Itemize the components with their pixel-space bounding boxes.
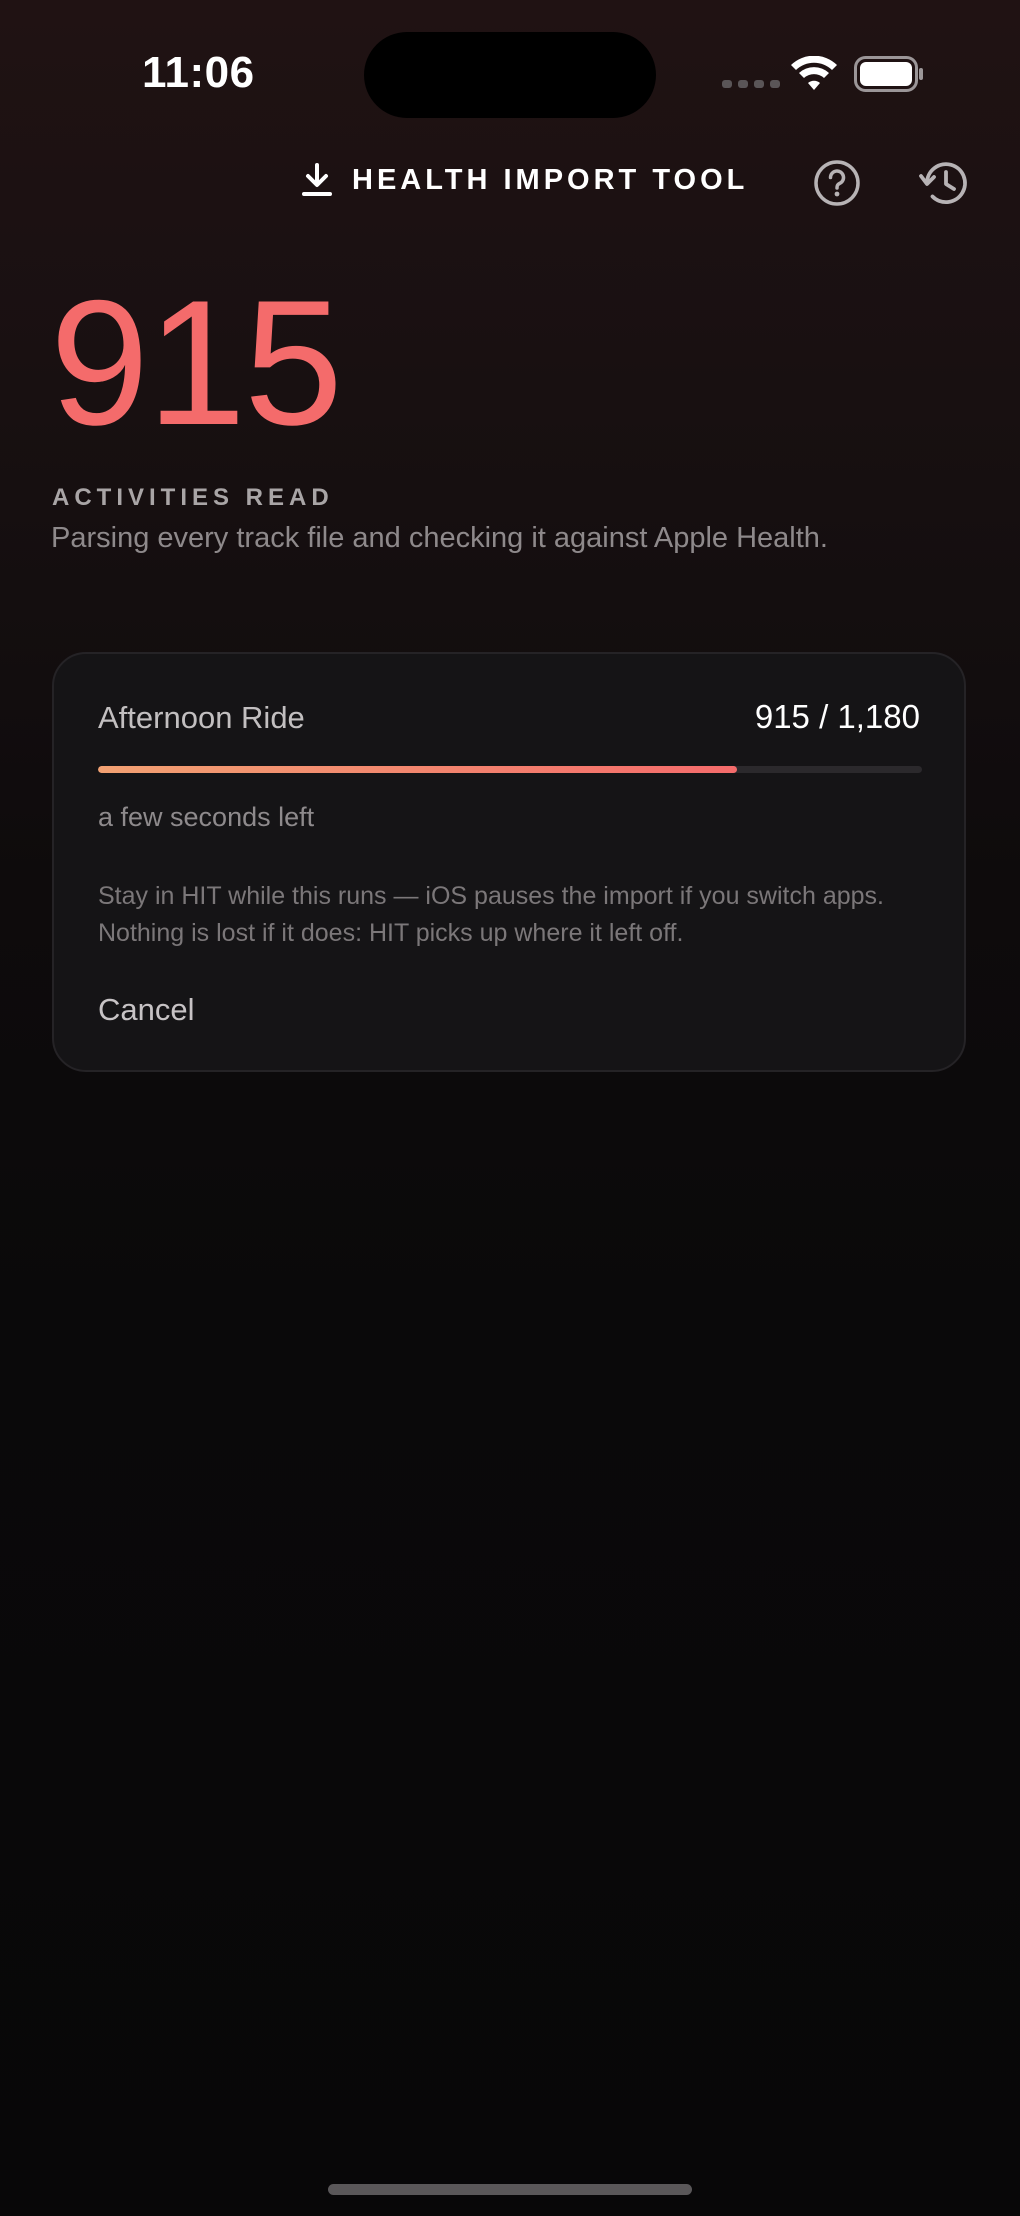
wifi-icon: [791, 56, 837, 90]
progress-bar-fill: [98, 766, 737, 773]
battery-icon: [854, 56, 923, 92]
cellular-signal-icon: [722, 80, 780, 88]
header-title: HEALTH IMPORT TOOL: [300, 162, 748, 198]
progress-counter: 915 / 1,180: [754, 698, 920, 735]
app-title: HEALTH IMPORT TOOL: [352, 163, 749, 196]
time-remaining: a few seconds left: [98, 802, 315, 832]
dynamic-island: [364, 32, 656, 118]
help-button[interactable]: [812, 158, 862, 208]
parsing-description: Parsing every track file and checking it…: [51, 522, 828, 554]
activities-count-label: ACTIVITIES READ: [52, 484, 334, 511]
progress-bar: [98, 766, 922, 773]
app-screen: 11:06 HEALTH IMPORT TOOL 915 ACTIVITIES …: [0, 0, 1020, 2216]
activities-count: 915: [50, 263, 343, 462]
home-indicator[interactable]: [328, 2184, 692, 2195]
status-time: 11:06: [142, 48, 255, 97]
history-button[interactable]: [918, 156, 972, 210]
cancel-button[interactable]: Cancel: [98, 992, 195, 1028]
stay-in-app-hint: Stay in HIT while this runs — iOS pauses…: [98, 882, 884, 947]
download-icon: [302, 163, 332, 196]
current-activity-name: Afternoon Ride: [98, 700, 305, 735]
import-progress-card: Afternoon Ride 915 / 1,180 a few seconds…: [52, 652, 966, 1072]
